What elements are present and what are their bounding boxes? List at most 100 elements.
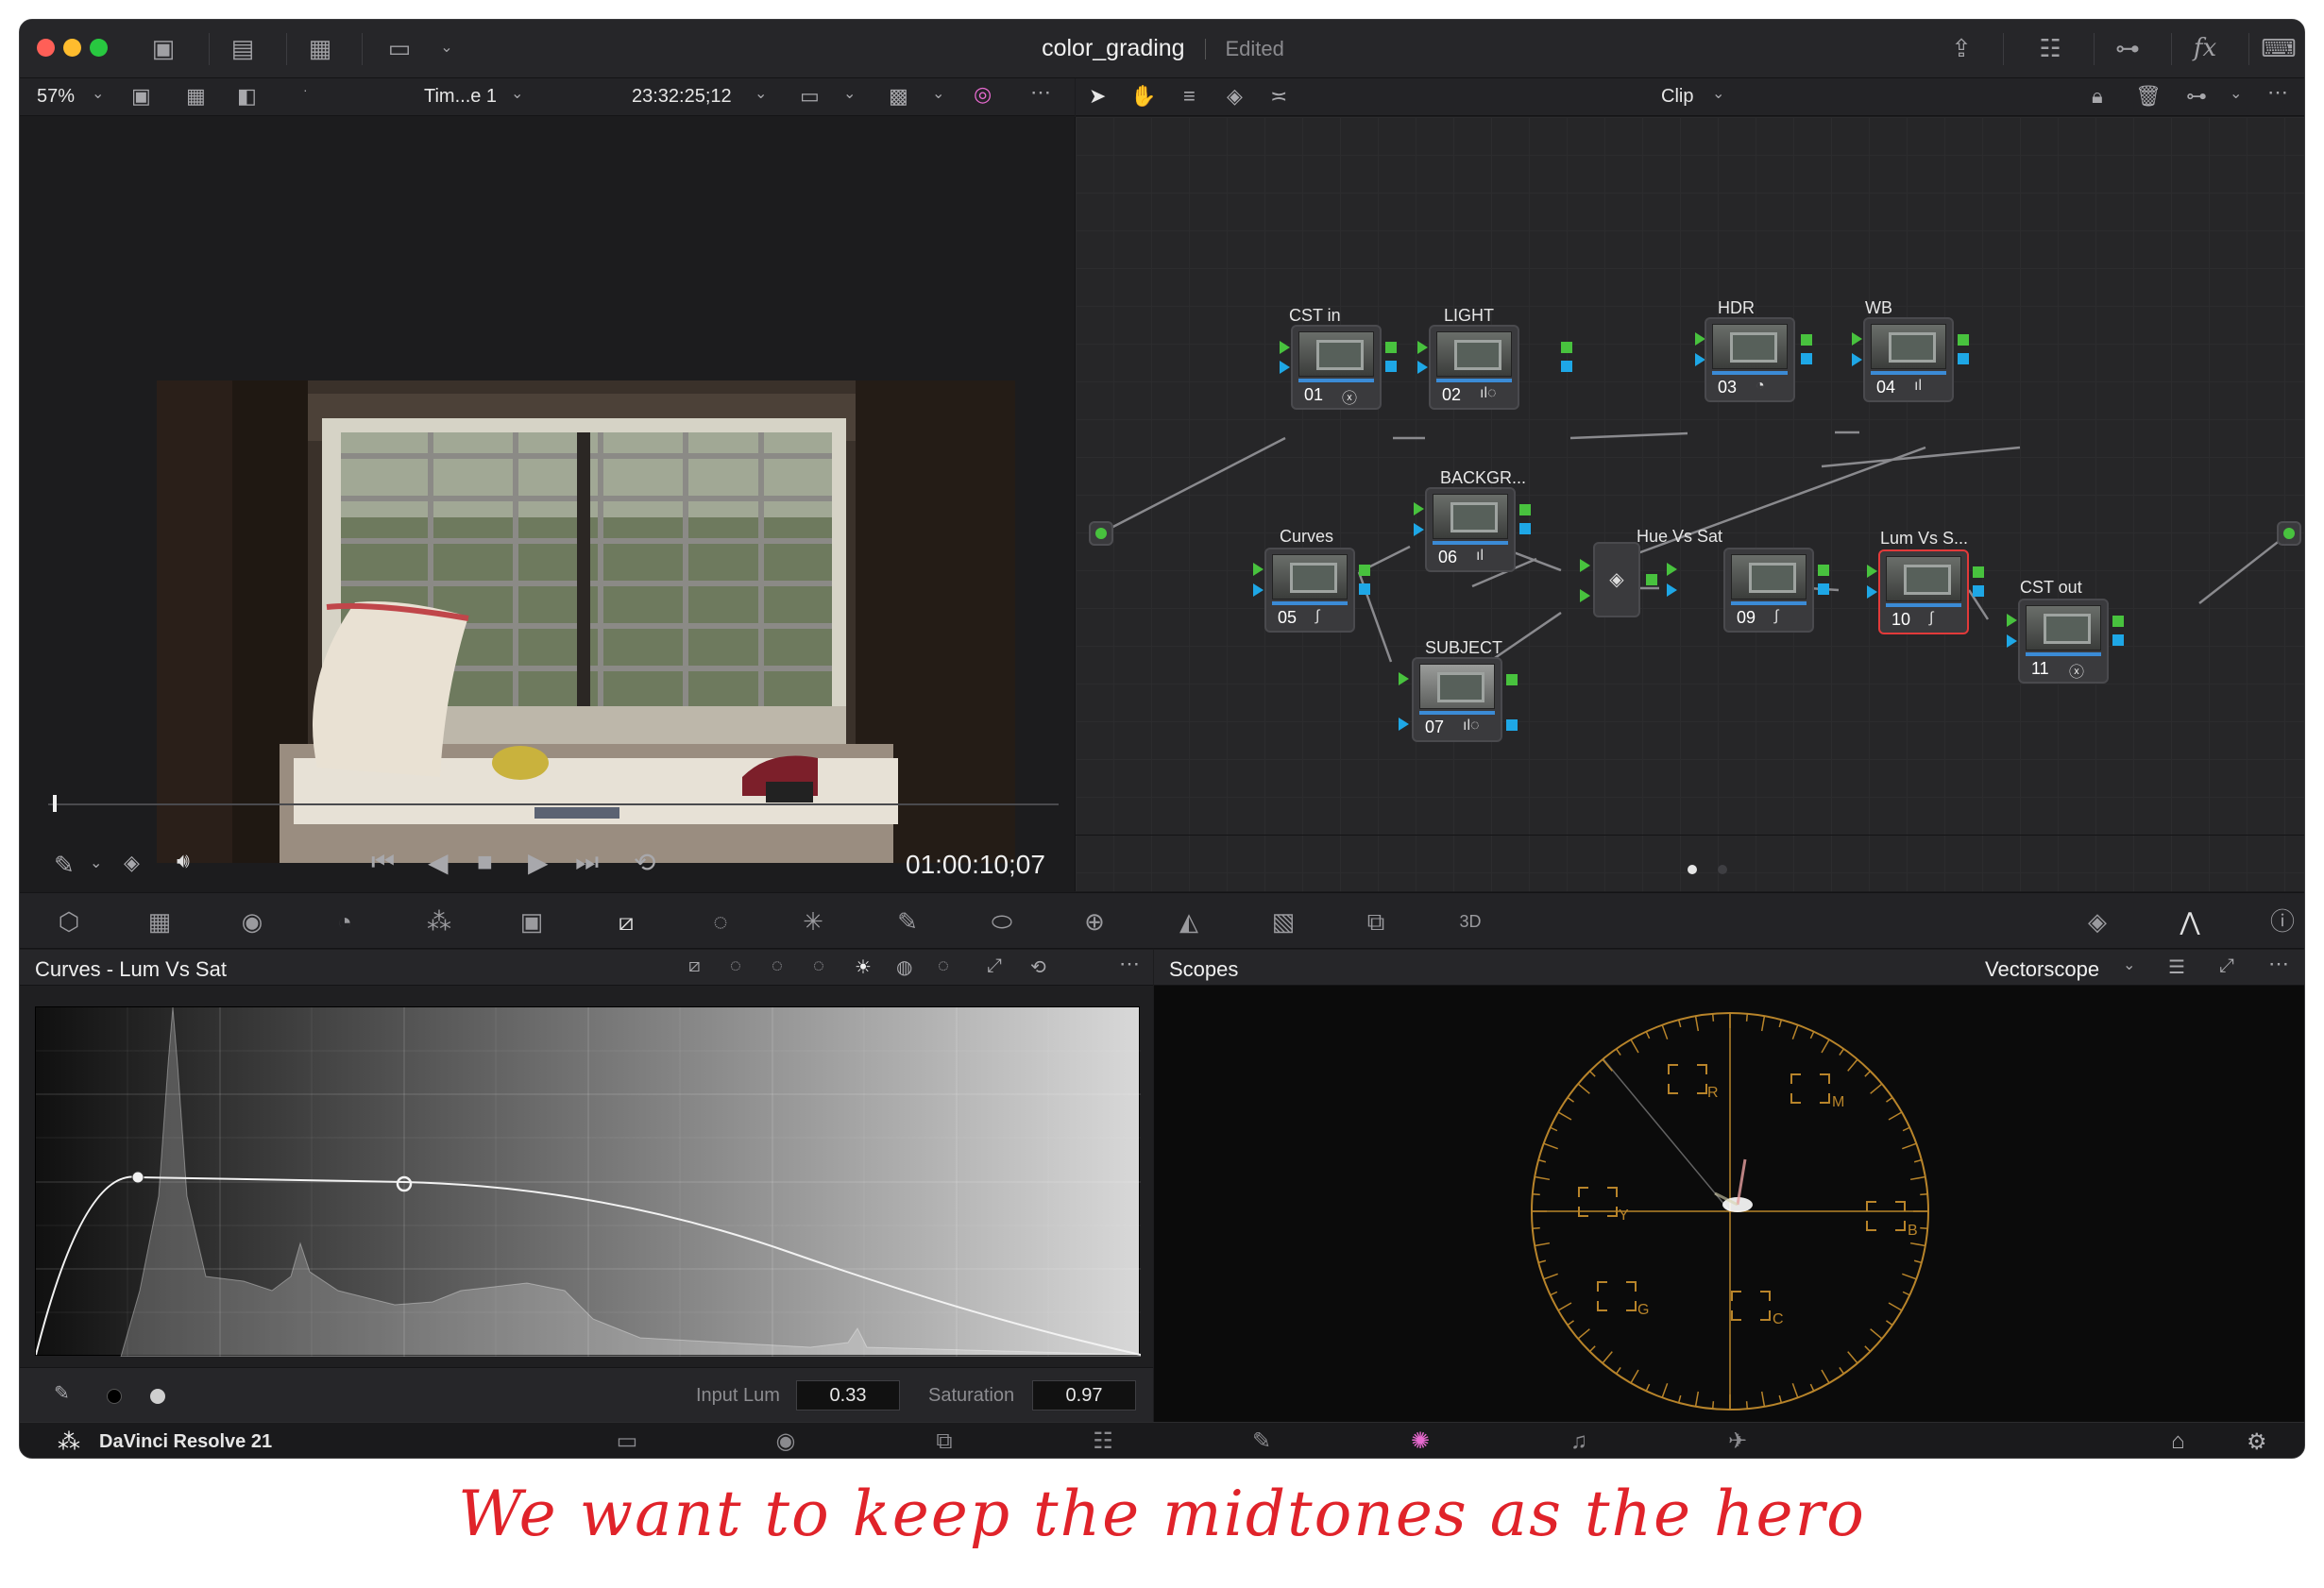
lightbox-toggle-icon[interactable]: ☷ [2031,33,2069,63]
video-frame[interactable] [157,380,1015,863]
share-icon[interactable]: ⇪ [1942,33,1980,63]
chevron-down-icon[interactable]: ⌄ [511,84,523,103]
3d-icon[interactable]: 3D [1450,904,1491,938]
node-mode-dropdown[interactable]: Clip [1661,86,1693,108]
graph-input[interactable] [1089,521,1113,546]
reset-icon[interactable]: ⟲ [1030,955,1046,979]
white-point-button[interactable] [150,1389,165,1404]
more-options-icon[interactable]: ⋯ [1119,952,1140,976]
layers-icon[interactable]: ◈ [124,851,140,875]
rgb-mixer-icon[interactable]: ⁂ [418,904,460,938]
chevron-down-icon[interactable]: ⌄ [755,84,767,103]
cut-page-tab[interactable]: ◉ [708,1423,863,1458]
single-viewer-icon[interactable]: ▣ [131,84,151,109]
chevron-down-icon[interactable]: ⌄ [1712,84,1724,103]
tracker-icon[interactable]: ⊕ [1074,904,1115,938]
magic-mask-icon[interactable]: ◭ [1168,904,1210,938]
sat-vs-lum-icon[interactable]: ◌ [938,955,949,977]
skip-forward-icon[interactable]: ⏭ [575,847,599,878]
color-picker-icon[interactable]: ◎ [974,82,992,107]
zoom-level[interactable]: 57% [37,86,75,108]
playhead[interactable] [53,795,57,812]
node-07[interactable]: 07 ıl◌ [1412,657,1502,742]
layer-node-icon[interactable]: ◈ [1227,84,1243,109]
lock-icon[interactable]: 🔒︎ [2092,84,2103,109]
hdr-wheels-icon[interactable]: ◔ [324,904,365,938]
deliver-page-tab[interactable]: ✈ [1660,1423,1815,1458]
color-warper-icon[interactable]: ◌ [700,904,741,938]
volume-icon[interactable]: 🔊︎ [177,849,190,873]
media-page-tab[interactable]: ▭ [550,1423,704,1458]
layer-mixer-node[interactable]: ◈ [1593,542,1640,617]
hue-vs-sat-icon[interactable]: ◌ [772,955,783,977]
camera-raw-icon[interactable]: ⬡ [48,904,90,938]
node-03[interactable]: 03 ◔ [1705,317,1795,402]
more-options-icon[interactable]: ⋯ [2267,80,2288,105]
lum-vs-sat-icon[interactable]: ☀ [855,955,872,979]
more-options-icon[interactable]: ⋯ [1030,80,1051,105]
qualifier-icon[interactable]: ✎ [887,904,928,938]
motion-effects-icon[interactable]: ▣ [511,904,552,938]
color-match-icon[interactable]: ▦ [139,904,180,938]
nodes-toggle-icon[interactable]: ⊶ [2109,33,2146,63]
graph-output[interactable] [2277,521,2301,546]
chevron-down-icon[interactable]: ⌄ [90,853,102,872]
node-09[interactable]: 09 ∫ [1723,548,1814,633]
stop-icon[interactable]: ■ [477,847,493,877]
skip-back-icon[interactable]: ⏮ [371,847,395,878]
chevron-down-icon[interactable]: ⌄ [932,84,944,103]
node-04[interactable]: 04 ıl [1863,317,1954,402]
saturation-field[interactable]: 0.97 [1032,1380,1136,1411]
effects-icon[interactable]: fx [2186,33,2224,63]
home-icon[interactable]: ⌂ [2171,1428,2185,1455]
scrubber-track[interactable] [48,803,1059,805]
play-icon[interactable]: ▶ [528,847,549,878]
expand-icon[interactable]: ⤢ [2219,955,2234,977]
node-graph[interactable]: CST in 01 ⓧ LIGHT 02 ıl◌ HDR 03 ◔ WB 04 ıl B… [1076,117,2304,891]
gallery-icon[interactable]: ▦ [186,84,206,109]
lum-vs-sat-curve-editor[interactable] [35,1006,1142,1358]
custom-curve-icon[interactable]: ⧄ [688,955,701,977]
chevron-down-icon[interactable]: ⌄ [2230,84,2242,103]
eyedropper-icon[interactable]: ✎ [54,851,75,880]
fusion-page-tab[interactable]: ☷ [1026,1423,1180,1458]
curves-tool-icon[interactable]: ⧄ [605,904,647,938]
info-icon[interactable]: ⓘ [2262,904,2303,938]
edit-page-tab[interactable]: ⧉ [867,1423,1022,1458]
keyboard-icon[interactable]: ⌨ [2260,33,2298,63]
source-timecode[interactable]: 23:32:25;12 [632,86,732,108]
hand-icon[interactable]: ✋ [1130,84,1156,109]
node-05[interactable]: 05 ∫ [1264,548,1355,633]
chevron-down-icon[interactable]: ⌄ [843,84,856,103]
hue-vs-hue-icon[interactable]: ◌ [730,955,741,977]
page-dot-active[interactable] [1688,865,1697,874]
blur-icon[interactable]: ▧ [1263,904,1304,938]
hdr-viewer-icon[interactable]: ▩ [889,84,908,109]
key-icon[interactable]: ⧉ [1355,904,1397,938]
split-wipe-icon[interactable]: ◧ [237,84,257,109]
step-back-icon[interactable]: ◀ [428,847,449,878]
fairlight-fx-page-tab[interactable]: ✎ [1184,1423,1339,1458]
scopes-toggle-icon[interactable]: ⋀ [2169,904,2211,938]
color-page-tab[interactable]: ✺ [1343,1423,1498,1458]
node-11[interactable]: 11 ⓧ [2018,599,2109,684]
node-layout-icon[interactable]: ⊶ [2186,84,2207,109]
delete-icon[interactable]: 🗑︎ [2135,84,2162,109]
viewer-size-icon[interactable]: ▭ [800,84,820,109]
node-01[interactable]: 01 ⓧ [1291,325,1382,410]
chevron-down-icon[interactable]: ⌄ [2123,955,2135,974]
expand-icon[interactable]: ⤢ [987,955,1002,977]
chevron-down-icon[interactable]: ⌄ [92,84,104,103]
node-02[interactable]: 02 ıl◌ [1429,325,1519,410]
scope-type-dropdown[interactable]: Vectorscope [1985,957,2099,982]
fairlight-page-tab[interactable]: ♫ [1501,1423,1656,1458]
settings-gear-icon[interactable]: ⚙ [2247,1428,2267,1456]
sat-vs-sat-icon[interactable]: ◍ [896,955,912,979]
node-06[interactable]: 06 ıl [1425,487,1516,572]
page-dot[interactable] [1718,865,1727,874]
warper-mesh-icon[interactable]: ✳ [792,904,834,938]
keyframes-icon[interactable]: ◈ [2077,904,2118,938]
pointer-icon[interactable]: ➤ [1089,84,1106,109]
loop-icon[interactable]: ⟲ [634,847,655,878]
timeline-name[interactable]: Tim...e 1 [424,86,497,108]
